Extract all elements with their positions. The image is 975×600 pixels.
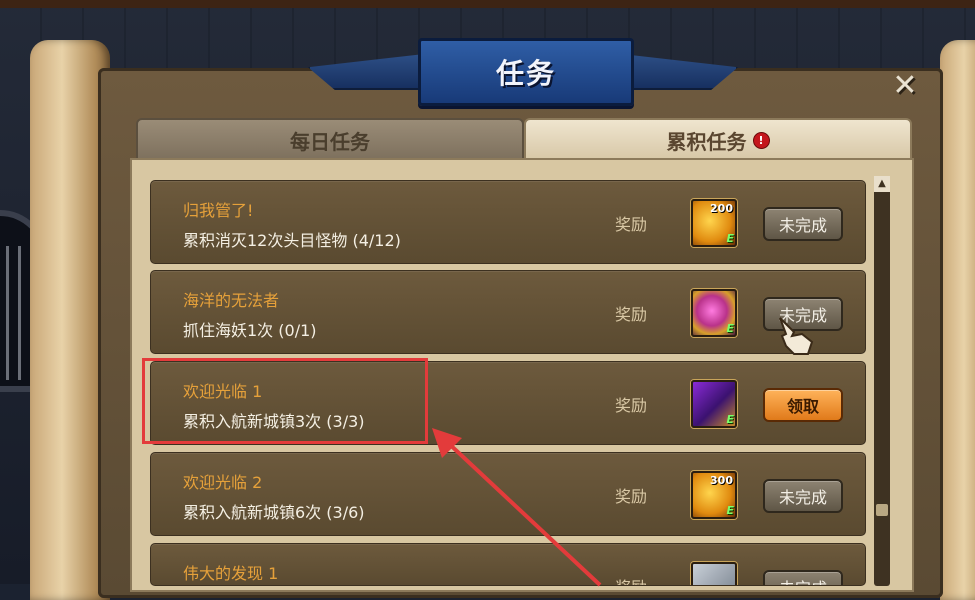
- close-icon: ✕: [892, 67, 918, 103]
- tab-label: 每日任务: [290, 129, 370, 154]
- reward-amount: 200: [710, 202, 733, 215]
- quest-row: 欢迎光临 2 累积入航新城镇6次 (3/6) 奖励 300 E 未完成: [150, 452, 866, 536]
- tab-daily-quests[interactable]: 每日任务: [136, 118, 524, 162]
- close-button[interactable]: ✕: [888, 67, 922, 103]
- quest-description: 累积入航新城镇3次 (3/3): [183, 412, 365, 431]
- quest-row: 归我管了! 累积消灭12次头目怪物 (4/12) 奖励 200 E 未完成: [150, 180, 866, 264]
- claim-button[interactable]: 领取: [763, 388, 843, 422]
- quest-name: 欢迎光临 1: [183, 382, 263, 401]
- quest-description: 累积入航新城镇6次 (3/6): [183, 503, 365, 522]
- scroll-right-edge: [940, 40, 975, 600]
- quest-row: 海洋的无法者 抓住海妖1次 (0/1) 奖励 E 未完成: [150, 270, 866, 354]
- quest-name: 伟大的发现 1: [183, 564, 279, 583]
- reward-label: 奖励: [615, 305, 648, 324]
- scrollbar-thumb[interactable]: [876, 504, 888, 516]
- treasure-chest-icon[interactable]: E: [691, 380, 737, 428]
- purple-gem-icon[interactable]: E: [691, 289, 737, 337]
- silver-item-icon[interactable]: [691, 562, 737, 585]
- scrollbar[interactable]: [874, 176, 890, 586]
- alert-icon: !: [752, 131, 770, 149]
- quest-row: 伟大的发现 1 奖励 未完成: [150, 543, 866, 586]
- gold-coin-icon[interactable]: 200 E: [691, 199, 737, 247]
- title-banner: 任务: [308, 38, 738, 108]
- reward-label: 奖励: [615, 487, 648, 506]
- title-box: 任务: [418, 38, 634, 106]
- quest-description: 累积消灭12次头目怪物 (4/12): [183, 231, 401, 250]
- tab-cumulative-quests[interactable]: 累积任务 !: [524, 118, 912, 162]
- tab-label: 累积任务: [666, 129, 747, 154]
- reward-label: 奖励: [615, 574, 647, 585]
- e-badge: E: [726, 504, 734, 517]
- e-badge: E: [726, 413, 734, 426]
- e-badge: E: [726, 232, 734, 245]
- e-badge: E: [726, 322, 734, 335]
- quest-name: 欢迎光临 2: [183, 473, 263, 492]
- page-title: 任务: [495, 57, 556, 90]
- reward-label: 奖励: [615, 215, 648, 234]
- incomplete-button[interactable]: 未完成: [763, 479, 843, 513]
- hand-cursor-icon: [779, 317, 814, 355]
- quest-description: 抓住海妖1次 (0/1): [183, 321, 317, 340]
- quest-row: 欢迎光临 1 累积入航新城镇3次 (3/3) 奖励 E 领取: [150, 361, 866, 445]
- top-border: [0, 0, 975, 8]
- gold-coin-icon[interactable]: 300 E: [691, 471, 737, 519]
- quest-name: 海洋的无法者: [183, 291, 280, 310]
- incomplete-button[interactable]: 未完成: [763, 207, 843, 241]
- quest-name: 归我管了!: [183, 201, 254, 220]
- reward-amount: 300: [710, 474, 733, 487]
- reward-label: 奖励: [615, 396, 648, 415]
- scroll-up-icon[interactable]: ▲: [874, 176, 890, 192]
